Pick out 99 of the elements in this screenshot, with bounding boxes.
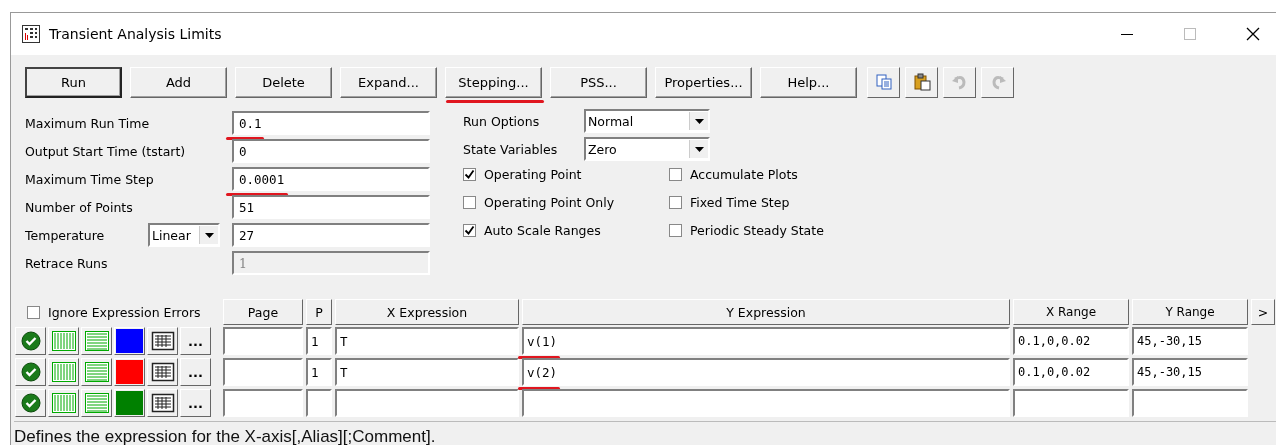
more-button[interactable]: ... bbox=[180, 358, 211, 386]
more-button[interactable]: ... bbox=[180, 389, 211, 417]
check-circle-icon bbox=[20, 393, 41, 413]
field-label: Temperature bbox=[25, 227, 106, 243]
column-header[interactable]: X Expression bbox=[335, 299, 519, 325]
checkbox[interactable] bbox=[463, 168, 476, 181]
dropdown[interactable]: Linear bbox=[148, 223, 220, 247]
window-title: Transient Analysis Limits bbox=[49, 26, 222, 42]
y-grid-toggle[interactable] bbox=[81, 389, 112, 417]
input-field[interactable] bbox=[335, 389, 519, 417]
toolbar-button[interactable]: Help... bbox=[760, 66, 857, 98]
input-field[interactable]: T bbox=[335, 327, 519, 355]
input-field[interactable]: 45,-30,15 bbox=[1132, 358, 1248, 386]
input-field[interactable]: 0.1 bbox=[232, 111, 430, 135]
field-label: Run Options bbox=[463, 113, 541, 129]
checkbox-label: Accumulate Plots bbox=[690, 167, 798, 182]
enable-toggle[interactable] bbox=[15, 327, 46, 355]
dropdown[interactable]: Normal bbox=[584, 109, 710, 133]
toolbar-button[interactable]: Expand... bbox=[340, 66, 437, 98]
input-field[interactable] bbox=[1132, 389, 1248, 417]
status-bar: Defines the expression for the X-axis[,Alias][;Comment]. bbox=[14, 421, 1276, 445]
input-field[interactable]: 0.1,0,0.02 bbox=[1013, 358, 1129, 386]
check-circle-icon bbox=[20, 362, 41, 382]
toolbar-button[interactable]: Delete bbox=[235, 66, 332, 98]
dropdown-arrow-icon bbox=[694, 146, 704, 152]
toolbar-button[interactable]: Run bbox=[25, 66, 122, 98]
toolbar-button[interactable]: Add bbox=[130, 66, 227, 98]
input-field[interactable] bbox=[1013, 389, 1129, 417]
column-header[interactable]: > bbox=[1251, 299, 1275, 325]
app-icon bbox=[22, 25, 40, 43]
checkbox-label: Operating Point bbox=[484, 167, 582, 182]
column-header[interactable]: P bbox=[306, 299, 332, 325]
checkbox[interactable] bbox=[27, 305, 40, 319]
column-header[interactable]: Y Range bbox=[1132, 299, 1248, 325]
more-button[interactable]: ... bbox=[180, 327, 211, 355]
input-field[interactable]: 0.0001 bbox=[232, 167, 430, 191]
enable-toggle[interactable] bbox=[15, 389, 46, 417]
input-field[interactable] bbox=[306, 389, 332, 417]
y-grid-toggle[interactable] bbox=[81, 327, 112, 355]
table-icon bbox=[150, 393, 175, 413]
format-button[interactable] bbox=[147, 358, 178, 386]
checkbox-label: Ignore Expression Errors bbox=[48, 304, 201, 320]
input-field[interactable] bbox=[223, 358, 303, 386]
input-field[interactable]: 0.1,0,0.02 bbox=[1013, 327, 1129, 355]
enable-toggle[interactable] bbox=[15, 358, 46, 386]
horizontal-lines-icon bbox=[84, 362, 109, 382]
input-field[interactable]: T bbox=[335, 358, 519, 386]
horizontal-lines-icon bbox=[84, 393, 109, 413]
checkbox-label: Operating Point Only bbox=[484, 195, 615, 210]
field-label: Output Start Time (tstart) bbox=[25, 143, 187, 159]
checkbox[interactable] bbox=[463, 196, 476, 209]
column-header[interactable]: X Range bbox=[1013, 299, 1129, 325]
field-label: Maximum Run Time bbox=[25, 115, 151, 131]
format-button[interactable] bbox=[147, 327, 178, 355]
field-label: Retrace Runs bbox=[25, 255, 109, 271]
check-circle-icon bbox=[20, 331, 41, 351]
vertical-lines-icon bbox=[51, 393, 76, 413]
input-field[interactable]: 45,-30,15 bbox=[1132, 327, 1248, 355]
checkbox-label: Fixed Time Step bbox=[690, 195, 790, 210]
toolbar-button[interactable]: Stepping... bbox=[445, 66, 542, 98]
table-icon bbox=[150, 362, 175, 382]
x-grid-toggle[interactable] bbox=[48, 358, 79, 386]
field-label: State Variables bbox=[463, 141, 559, 157]
checkbox[interactable] bbox=[463, 224, 476, 237]
dropdown[interactable]: Zero bbox=[584, 137, 710, 161]
input-field[interactable]: 1 bbox=[306, 327, 332, 355]
paste-button[interactable] bbox=[905, 66, 938, 98]
paste-icon bbox=[912, 73, 931, 91]
toolbar-button[interactable]: Properties... bbox=[655, 66, 752, 98]
vertical-lines-icon bbox=[51, 362, 76, 382]
toolbar-button[interactable]: PSS... bbox=[550, 66, 647, 98]
checkbox-label: Periodic Steady State bbox=[690, 223, 824, 238]
x-grid-toggle[interactable] bbox=[48, 327, 79, 355]
input-field[interactable]: 27 bbox=[232, 223, 430, 247]
checkbox[interactable] bbox=[669, 224, 682, 237]
checkbox[interactable] bbox=[669, 196, 682, 209]
input-field[interactable] bbox=[223, 389, 303, 417]
checkbox[interactable] bbox=[669, 168, 682, 181]
column-header[interactable]: Y Expression bbox=[522, 299, 1010, 325]
input-field[interactable] bbox=[522, 389, 1010, 417]
copy-icon bbox=[874, 73, 893, 91]
input-field[interactable]: 0 bbox=[232, 139, 430, 163]
input-field[interactable]: 51 bbox=[232, 195, 430, 219]
dropdown-arrow-icon bbox=[204, 232, 214, 238]
format-button[interactable] bbox=[147, 389, 178, 417]
field-label: Maximum Time Step bbox=[25, 171, 155, 187]
close-icon[interactable] bbox=[1245, 26, 1261, 42]
table-icon bbox=[150, 331, 175, 351]
input-field[interactable]: 1 bbox=[306, 358, 332, 386]
vertical-lines-icon bbox=[51, 331, 76, 351]
input-field[interactable] bbox=[223, 327, 303, 355]
copy-button[interactable] bbox=[867, 66, 900, 98]
field-label: Number of Points bbox=[25, 199, 134, 215]
checkbox-label: Auto Scale Ranges bbox=[484, 223, 601, 238]
y-grid-toggle[interactable] bbox=[81, 358, 112, 386]
horizontal-lines-icon bbox=[84, 331, 109, 351]
x-grid-toggle[interactable] bbox=[48, 389, 79, 417]
dropdown-arrow-icon bbox=[694, 118, 704, 124]
column-header[interactable]: Page bbox=[223, 299, 303, 325]
